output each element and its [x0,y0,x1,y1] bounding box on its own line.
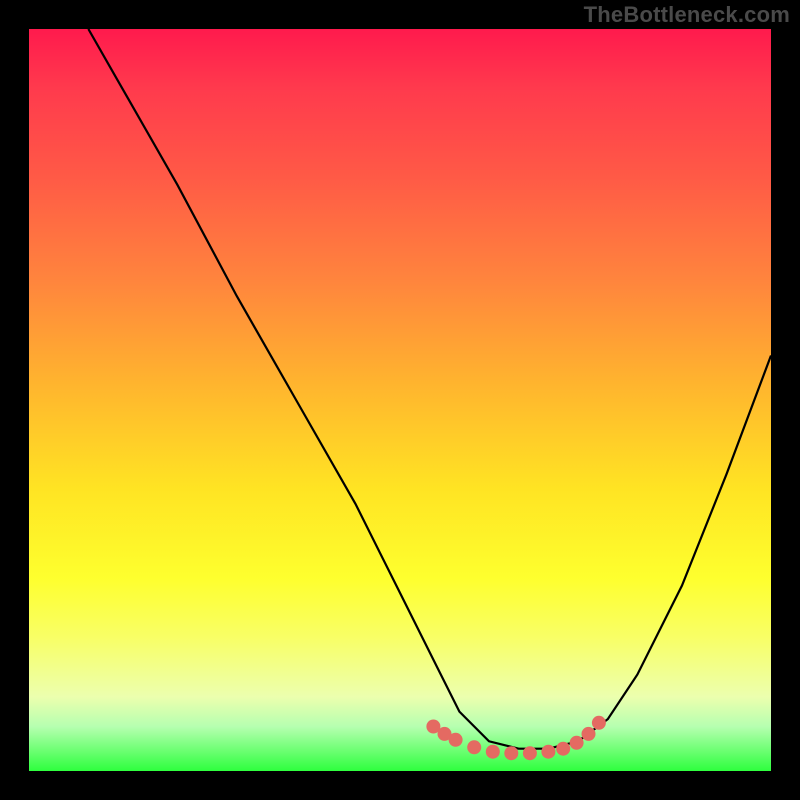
highlight-dot [504,746,518,760]
highlight-dot [467,740,481,754]
highlight-dot [523,746,537,760]
watermark-text: TheBottleneck.com [584,2,790,28]
highlight-dot [486,745,500,759]
highlight-dot [582,727,596,741]
plot-area [29,29,771,771]
curve-svg [29,29,771,771]
highlight-dot [592,716,606,730]
highlight-dot [556,742,570,756]
main-curve-path [88,29,771,749]
highlight-dot [570,736,584,750]
highlight-dot [449,733,463,747]
chart-frame: TheBottleneck.com [0,0,800,800]
highlight-dots-group [426,716,606,760]
highlight-dot [541,745,555,759]
